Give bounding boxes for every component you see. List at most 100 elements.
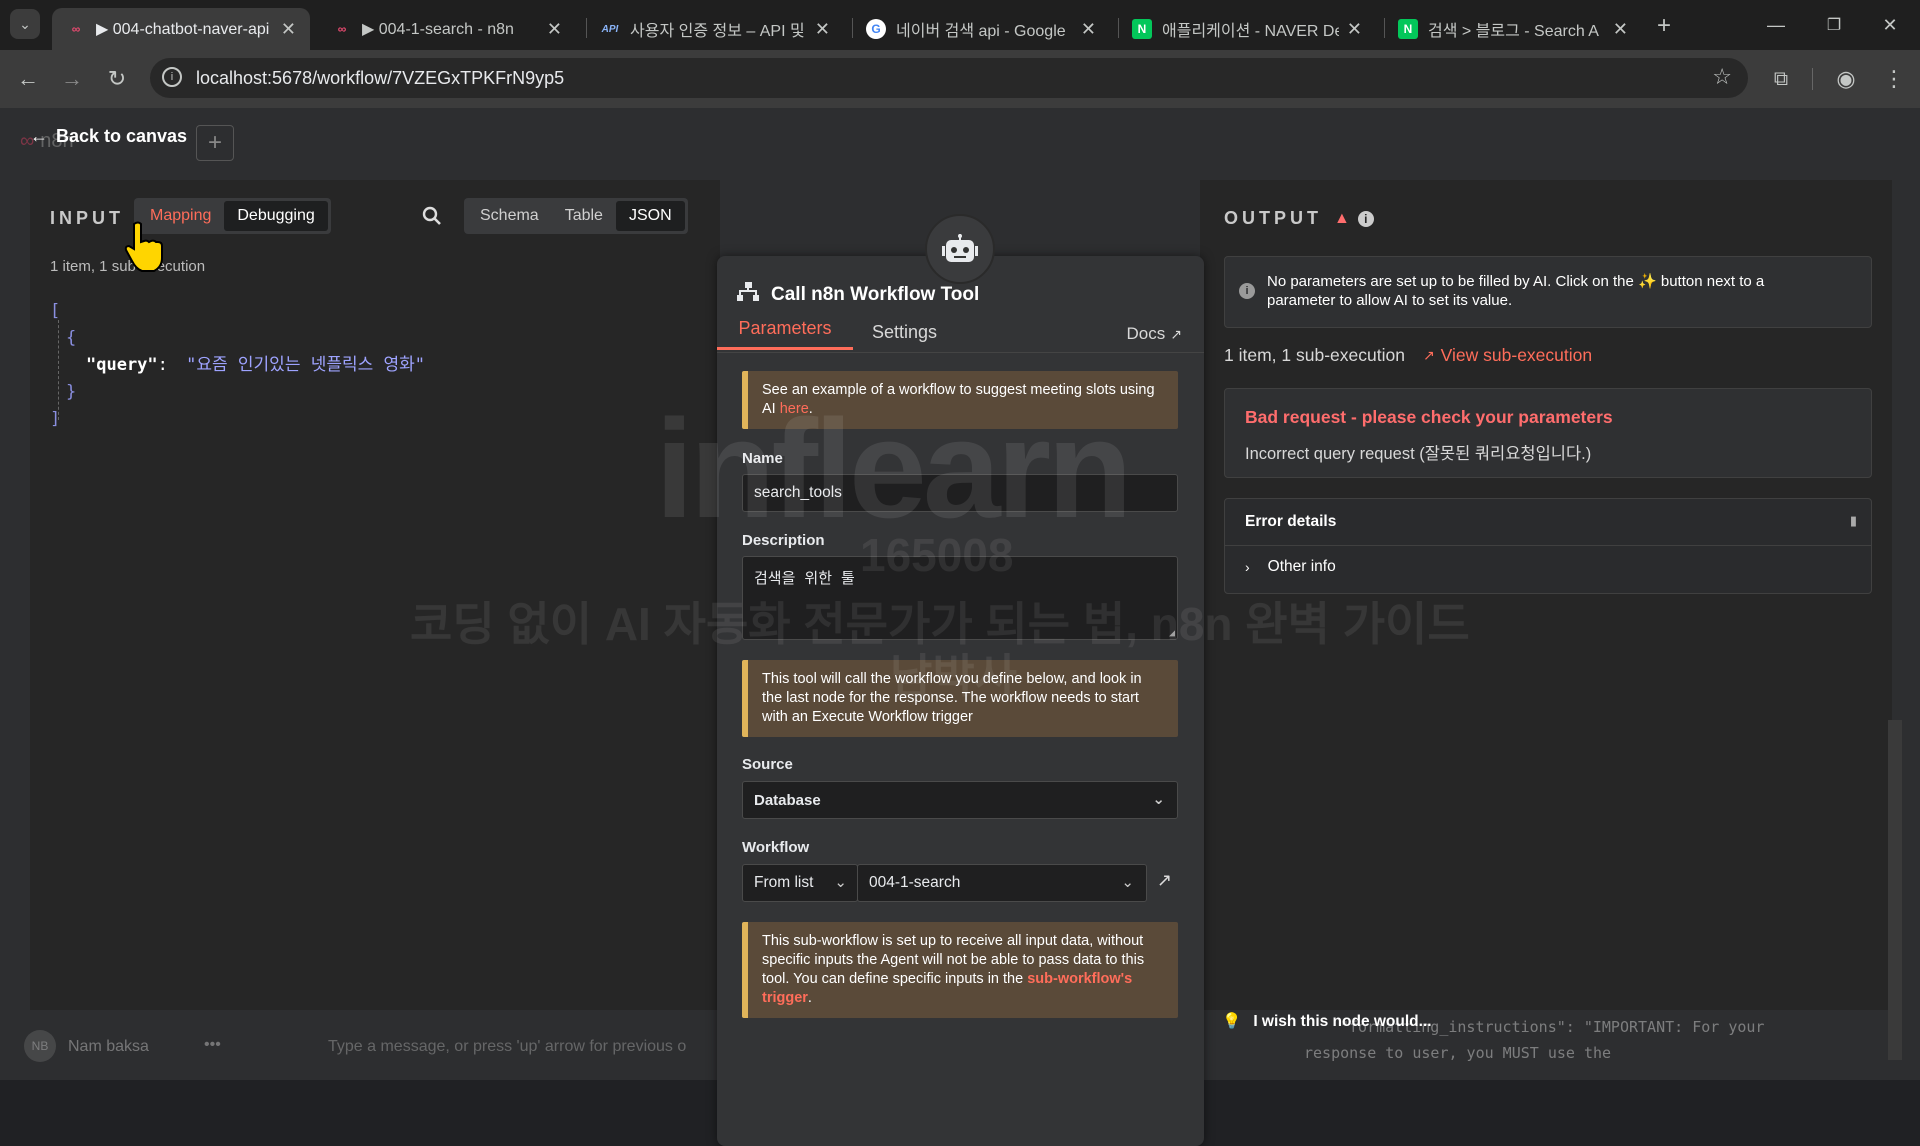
new-tab-icon[interactable]: + [1648, 10, 1680, 42]
info-icon[interactable]: i [1357, 210, 1374, 227]
json-bracket: [ [50, 301, 61, 321]
browser-tab-bar: ⌄ ∞ ▶ 004-chatbot-naver-api ✕ ∞ ▶ 004-1-… [0, 0, 1920, 50]
close-icon[interactable]: ✕ [281, 19, 296, 40]
json-value[interactable]: "요즘 인기있는 넷플릭스 영화" [186, 355, 425, 375]
output-summary: 1 item, 1 sub-execution ↗ View sub-execu… [1224, 345, 1593, 366]
n8n-icon: ∞ [71, 22, 81, 36]
error-box: Bad request - please check your paramete… [1224, 388, 1872, 478]
sitemap-icon [737, 282, 759, 307]
workflow-mode-select[interactable]: From list ⌄ [742, 864, 858, 902]
back-to-canvas-button[interactable]: ← Back to canvas [30, 126, 187, 147]
schema-view-button[interactable]: Schema [467, 201, 552, 231]
back-arrow-icon[interactable]: ← [12, 63, 44, 95]
lightbulb-icon: 💡 [1222, 1013, 1242, 1030]
browser-tab[interactable]: ∞ ▶ 004-1-search - n8n ✕ [318, 8, 576, 50]
n8n-icon: ∞ [337, 22, 347, 36]
json-view-button[interactable]: JSON [615, 201, 685, 231]
site-info-icon[interactable]: i [162, 67, 182, 87]
close-icon[interactable]: ✕ [815, 19, 830, 40]
json-key[interactable]: "query" [86, 355, 158, 375]
restore-icon[interactable]: ❐ [1818, 9, 1850, 41]
menu-dots-icon[interactable]: ⋮ [1878, 63, 1910, 95]
forward-arrow-icon[interactable]: → [56, 63, 88, 95]
url-text[interactable]: localhost:5678/workflow/7VZEGxTPKFrN9yp5 [196, 68, 564, 89]
google-icon: G [866, 19, 886, 39]
address-bar[interactable]: i localhost:5678/workflow/7VZEGxTPKFrN9y… [150, 58, 1748, 98]
minimize-icon[interactable]: — [1760, 9, 1792, 41]
reload-icon[interactable]: ↻ [101, 63, 133, 95]
naver-icon: N [1132, 19, 1152, 39]
close-icon[interactable]: ✕ [1081, 19, 1096, 40]
other-info-toggle[interactable]: › Other info [1245, 558, 1336, 576]
parameters-tab[interactable]: Parameters [717, 310, 853, 350]
description-label: Description [742, 532, 825, 549]
tab-search-icon[interactable]: ⌄ [10, 9, 40, 39]
output-panel: OUTPUT ▲ i i No parameters are set up to… [1200, 180, 1902, 1060]
browser-tab[interactable]: API 사용자 인증 정보 – API 및 ✕ [586, 8, 844, 50]
input-title: INPUT [50, 208, 124, 228]
json-viewer: [ { "query": "요즘 인기있는 넷플릭스 영화" } ] [50, 298, 425, 433]
browser-tab[interactable]: N 검색 > 블로그 - Search A ✕ [1384, 8, 1642, 50]
view-sub-execution-link[interactable]: View sub-execution [1441, 345, 1592, 366]
input-panel: INPUT Mapping Debugging Schema Table JSO… [30, 180, 720, 1010]
error-title: Bad request - please check your paramete… [1245, 407, 1613, 427]
example-notice: See an example of a workflow to suggest … [742, 371, 1178, 429]
resize-handle-icon[interactable]: ◢ [1169, 628, 1175, 639]
error-details-label: Error details [1245, 513, 1337, 530]
add-node-button[interactable]: + [196, 125, 234, 161]
json-bracket: ] [50, 409, 61, 429]
debugging-toggle[interactable]: Debugging [224, 201, 328, 231]
more-icon: ••• [204, 1036, 221, 1053]
bookmark-star-icon[interactable]: ☆ [1712, 64, 1732, 90]
info-icon: i [1239, 283, 1255, 299]
external-link-icon: ↗ [1422, 347, 1435, 363]
warning-icon[interactable]: ▲ [1334, 210, 1350, 228]
close-icon[interactable]: ✕ [1613, 19, 1628, 40]
profile-icon[interactable]: ◉ [1830, 63, 1862, 95]
tool-notice: This tool will call the workflow you def… [742, 660, 1178, 737]
copy-icon[interactable]: ▮ [1850, 513, 1857, 529]
workflow-select[interactable]: 004-1-search ⌄ [857, 864, 1147, 902]
code-line: response to user, you MUST use the [1304, 1044, 1612, 1062]
description-textarea[interactable]: 검색을 위한 툴 ◢ [742, 556, 1178, 640]
view-toggle: Schema Table JSON [464, 198, 688, 234]
browser-toolbar: ← → ↻ i localhost:5678/workflow/7VZEGxTP… [0, 50, 1920, 108]
chevron-down-icon: ⌄ [834, 874, 847, 891]
error-message: Incorrect query request (잘못된 쿼리요청입니다.) [1245, 445, 1592, 463]
api-icon: API [601, 23, 619, 35]
close-icon[interactable]: ✕ [547, 19, 562, 40]
chevron-down-icon: ⌄ [1152, 791, 1165, 808]
settings-tab[interactable]: Settings [872, 322, 937, 343]
name-label: Name [742, 450, 783, 467]
browser-tab[interactable]: G 네이버 검색 api - Google ✕ [852, 8, 1110, 50]
ai-info-box: i No parameters are set up to be filled … [1224, 256, 1872, 328]
table-view-button[interactable]: Table [552, 201, 616, 231]
search-icon[interactable] [422, 206, 442, 231]
extensions-icon[interactable]: ⧉ [1765, 63, 1797, 95]
node-parameters-panel: Call n8n Workflow Tool Parameters Settin… [717, 214, 1204, 1146]
hand-cursor-icon [120, 220, 164, 277]
example-link[interactable]: here [780, 401, 809, 417]
browser-tab[interactable]: ∞ ▶ 004-chatbot-naver-api ✕ [52, 8, 310, 50]
chat-input: Type a message, or press 'up' arrow for … [328, 1038, 687, 1055]
json-line: "query": "요즘 인기있는 넷플릭스 영화" [50, 352, 425, 379]
source-select[interactable]: Database ⌄ [742, 781, 1178, 819]
chevron-right-icon: › [1245, 559, 1250, 575]
output-title: OUTPUT ▲ i [1224, 208, 1374, 229]
external-link-icon: ↗ [1170, 325, 1182, 342]
docs-link[interactable]: Docs ↗ [1127, 324, 1182, 344]
open-workflow-icon[interactable]: ↗ [1157, 870, 1172, 891]
divider [1225, 545, 1871, 546]
close-icon[interactable]: ✕ [1347, 19, 1362, 40]
error-details-box: Error details ▮ › Other info [1224, 498, 1872, 594]
feedback-link[interactable]: 💡 I wish this node would... [1222, 1012, 1432, 1031]
back-arrow-icon: ← [30, 126, 48, 146]
naver-icon: N [1398, 19, 1418, 39]
window-close-icon[interactable]: ✕ [1874, 9, 1906, 41]
browser-tab[interactable]: N 애플리케이션 - NAVER De ✕ [1118, 8, 1376, 50]
node-title[interactable]: Call n8n Workflow Tool [771, 284, 979, 306]
json-colon: : [157, 355, 168, 375]
n8n-app: ∞ n8n ← Back to canvas + INPUT Mapping De… [0, 108, 1920, 1146]
name-input[interactable]: search_tools [742, 474, 1178, 512]
toolbar-divider [1812, 68, 1813, 90]
